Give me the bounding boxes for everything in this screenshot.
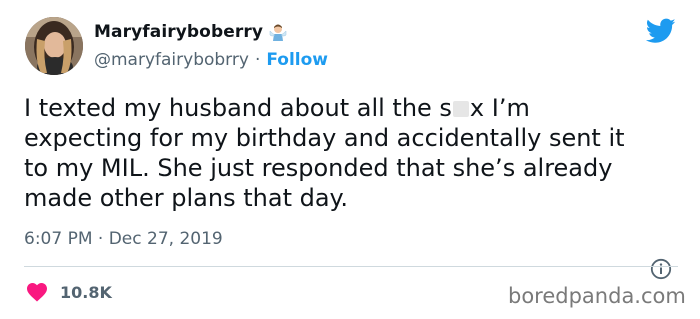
tweet-line: to my MIL. She just responded that she’s…	[24, 154, 613, 182]
tweet-card: Maryfairyboberry @maryfairybobrry · Foll…	[0, 0, 700, 319]
heart-icon[interactable]	[26, 282, 48, 302]
like-count: 10.8K	[60, 282, 112, 302]
tweet-line: made other plans that day.	[24, 184, 348, 212]
watermark: boredpanda.com	[508, 284, 686, 308]
tweet-line: expecting for my birthday and accidental…	[24, 124, 625, 152]
author-name-row: Maryfairyboberry	[94, 22, 288, 42]
author-display-name[interactable]: Maryfairyboberry	[94, 22, 263, 42]
avatar[interactable]	[25, 17, 83, 75]
censor-block	[452, 101, 469, 117]
tweet-text-segment: x I’m	[469, 94, 530, 122]
tweet-text-segment: I texted my husband about all the s	[24, 94, 452, 122]
tweet-body: I texted my husband about all the s x I’m…	[24, 93, 674, 213]
twitter-bird-icon[interactable]	[646, 18, 676, 44]
separator-dot: ·	[254, 50, 261, 70]
follow-button[interactable]: Follow	[266, 50, 328, 70]
info-icon[interactable]	[650, 258, 672, 280]
fairy-emoji-icon	[268, 22, 288, 42]
author-handle-row: @maryfairybobrry · Follow	[94, 50, 328, 70]
divider	[24, 266, 678, 267]
tweet-timestamp[interactable]: 6:07 PM · Dec 27, 2019	[24, 229, 223, 249]
tweet-line: I texted my husband about all the s x I’m	[24, 93, 674, 123]
author-handle[interactable]: @maryfairybobrry	[94, 50, 249, 70]
like-action[interactable]: 10.8K	[26, 282, 112, 302]
